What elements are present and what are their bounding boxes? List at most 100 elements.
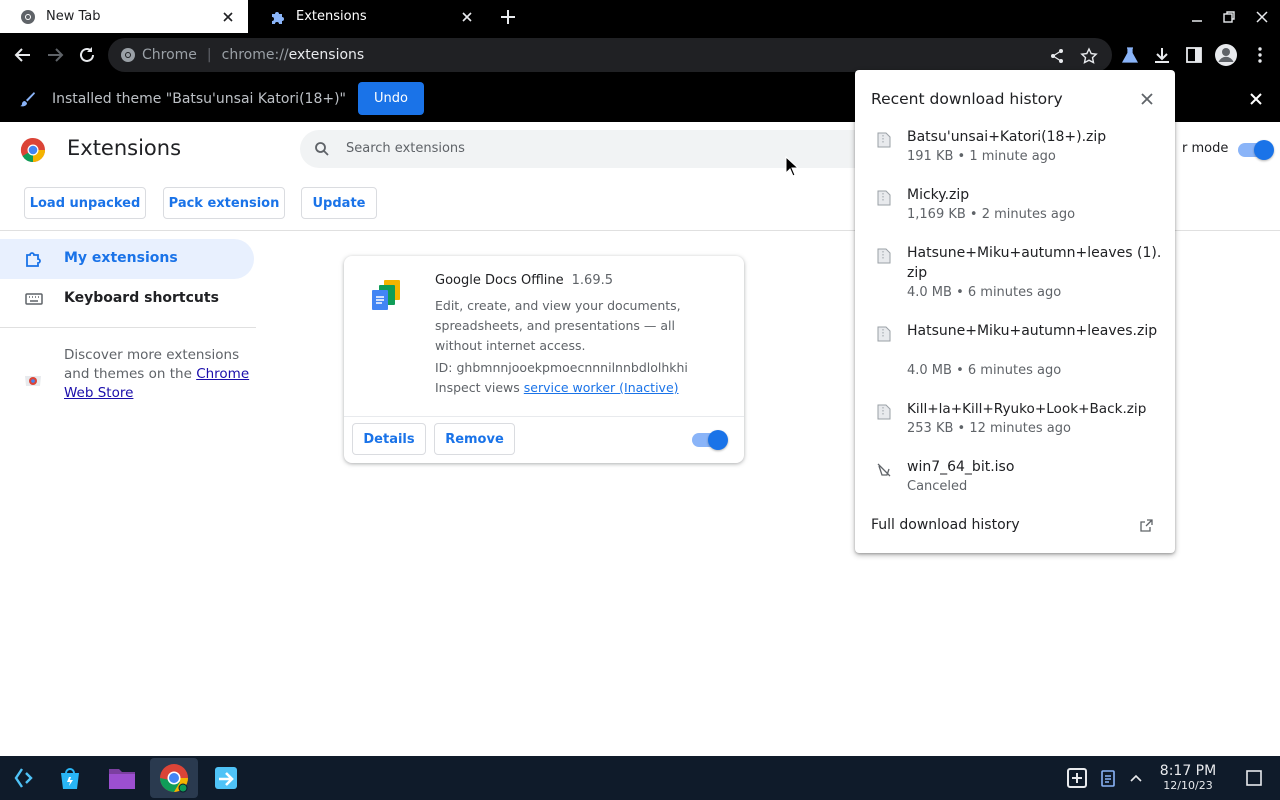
- chrome-favicon-icon: [20, 9, 36, 25]
- extension-description: Edit, create, and view your documents, s…: [435, 298, 681, 353]
- sidebar-item-label: My extensions: [64, 250, 178, 266]
- search-placeholder: Search extensions: [346, 141, 465, 156]
- tab-new-tab[interactable]: New Tab: [0, 0, 248, 33]
- download-file-meta: Canceled: [907, 479, 968, 494]
- mouse-cursor-icon: [785, 156, 799, 177]
- share-icon[interactable]: [1048, 47, 1066, 65]
- restore-icon[interactable]: [1220, 8, 1238, 26]
- url-scheme: chrome://: [221, 47, 289, 63]
- download-item[interactable]: win7_64_bit.iso Canceled: [855, 457, 1175, 513]
- zip-file-icon: [877, 248, 891, 264]
- app-store-icon[interactable]: [46, 758, 94, 798]
- bookmark-star-icon[interactable]: [1080, 47, 1098, 65]
- forward-arrow-icon[interactable]: [44, 44, 66, 66]
- tab-extensions[interactable]: Extensions: [250, 0, 487, 33]
- download-item[interactable]: Batsu'unsai+Katori(18+).zip 191 KB • 1 m…: [855, 127, 1175, 183]
- inspect-views-label: Inspect views: [435, 380, 520, 395]
- tab-title: New Tab: [46, 9, 101, 24]
- pack-extension-button[interactable]: Pack extension: [163, 187, 285, 219]
- zip-file-icon: [877, 404, 891, 420]
- keyboard-icon: [24, 289, 44, 309]
- infobar-message: Installed theme "Batsu'unsai Katori(18+)…: [52, 91, 346, 107]
- undo-button[interactable]: Undo: [358, 82, 424, 115]
- open-external-icon[interactable]: [1140, 519, 1153, 532]
- reload-icon[interactable]: [76, 44, 98, 66]
- clipboard-icon[interactable]: [1098, 768, 1118, 788]
- tab-close-icon[interactable]: [459, 9, 475, 25]
- download-file-meta: 4.0 MB • 6 minutes ago: [907, 285, 1062, 300]
- more-menu-icon[interactable]: [1250, 45, 1270, 65]
- download-file-meta: 191 KB • 1 minute ago: [907, 149, 1056, 164]
- download-item[interactable]: Hatsune+Miku+autumn+leaves.zip 4.0 MB • …: [855, 321, 1175, 397]
- developer-mode-toggle[interactable]: [1238, 140, 1274, 160]
- search-extensions-input[interactable]: Search extensions: [300, 130, 900, 168]
- system-clock[interactable]: 8:17 PM 12/10/23: [1156, 763, 1220, 792]
- download-file-name: Kill+la+Kill+Ryuko+Look+Back.zip: [907, 401, 1147, 417]
- download-item[interactable]: Kill+la+Kill+Ryuko+Look+Back.zip 253 KB …: [855, 399, 1175, 455]
- tab-close-icon[interactable]: [220, 9, 236, 25]
- zip-file-icon: [877, 190, 891, 206]
- update-button[interactable]: Update: [301, 187, 377, 219]
- extension-name-row: Google Docs Offline 1.69.5: [435, 273, 613, 288]
- download-bubble-title: Recent download history: [871, 90, 1063, 108]
- remove-button[interactable]: Remove: [434, 423, 515, 455]
- zip-file-icon: [877, 326, 891, 342]
- profile-avatar-icon[interactable]: [1214, 43, 1238, 67]
- address-bar[interactable]: Chrome | chrome://extensions: [108, 38, 1112, 72]
- screen-capture-icon[interactable]: [1066, 767, 1088, 789]
- sidebar-item-my-extensions[interactable]: My extensions: [0, 239, 254, 279]
- bubble-close-icon[interactable]: [1139, 91, 1155, 107]
- download-file-name: Micky.zip: [907, 187, 970, 203]
- new-tab-plus-icon[interactable]: [498, 7, 518, 27]
- download-history-bubble: Recent download history Batsu'unsai+Kato…: [855, 70, 1175, 553]
- load-unpacked-button[interactable]: Load unpacked: [24, 187, 146, 219]
- chrome-app-icon[interactable]: [150, 758, 198, 798]
- labs-flask-icon[interactable]: [1120, 45, 1140, 65]
- extension-enable-toggle[interactable]: [692, 430, 728, 450]
- download-file-name: Hatsune+Miku+autumn+leaves (1).zip: [907, 245, 1162, 281]
- sidebar-item-label: Keyboard shortcuts: [64, 290, 219, 306]
- page-title: Extensions: [67, 136, 182, 160]
- launcher-icon[interactable]: [10, 766, 34, 790]
- clock-date: 12/10/23: [1163, 779, 1213, 792]
- chrome-site-icon: [120, 47, 136, 63]
- details-button[interactable]: Details: [352, 423, 426, 455]
- window-close-icon[interactable]: [1253, 8, 1271, 26]
- sidebar-item-keyboard-shortcuts[interactable]: Keyboard shortcuts: [0, 279, 254, 319]
- developer-mode-label: r mode: [1182, 141, 1229, 156]
- files-app-icon[interactable]: [98, 758, 146, 798]
- download-file-name: Batsu'unsai+Katori(18+).zip: [907, 129, 1107, 145]
- extension-name: Google Docs Offline: [435, 273, 564, 288]
- os-shelf: 8:17 PM 12/10/23: [0, 756, 1280, 800]
- infobar-close-icon[interactable]: [1247, 90, 1265, 108]
- download-item[interactable]: Hatsune+Miku+autumn+leaves (1).zip 4.0 M…: [855, 243, 1175, 319]
- clock-time: 8:17 PM: [1159, 763, 1217, 779]
- tab-strip: New Tab Extensions: [0, 0, 1280, 34]
- site-chip-label: Chrome: [142, 47, 197, 63]
- service-worker-link[interactable]: service worker (Inactive): [524, 380, 679, 395]
- puzzle-piece-icon: [270, 9, 286, 25]
- url-host: extensions: [288, 47, 365, 63]
- file-canceled-icon: [877, 462, 891, 478]
- chevron-up-icon[interactable]: [1126, 768, 1146, 788]
- download-item[interactable]: Micky.zip 1,169 KB • 2 minutes ago: [855, 185, 1175, 241]
- puzzle-piece-icon: [24, 249, 44, 269]
- minimize-icon[interactable]: [1188, 8, 1206, 26]
- extension-card-google-docs-offline: Google Docs Offline 1.69.5 Edit, create, …: [344, 256, 744, 463]
- paintbrush-icon: [18, 90, 36, 108]
- toggle-knob: [1254, 140, 1274, 160]
- overview-icon[interactable]: [1244, 768, 1264, 788]
- share-app-icon[interactable]: [202, 758, 250, 798]
- omnibox-separator: |: [206, 47, 212, 63]
- full-download-history-link[interactable]: Full download history: [871, 517, 1020, 533]
- tab-title: Extensions: [296, 9, 367, 24]
- side-panel-icon[interactable]: [1184, 45, 1204, 65]
- download-icon[interactable]: [1152, 45, 1172, 65]
- chrome-logo-icon: [20, 137, 46, 163]
- back-arrow-icon[interactable]: [12, 44, 34, 66]
- download-file-meta: 1,169 KB • 2 minutes ago: [907, 207, 1076, 222]
- download-file-meta: 253 KB • 12 minutes ago: [907, 421, 1071, 436]
- download-file-name: Hatsune+Miku+autumn+leaves.zip: [907, 323, 1158, 339]
- search-icon: [314, 141, 330, 157]
- zip-file-icon: [877, 132, 891, 148]
